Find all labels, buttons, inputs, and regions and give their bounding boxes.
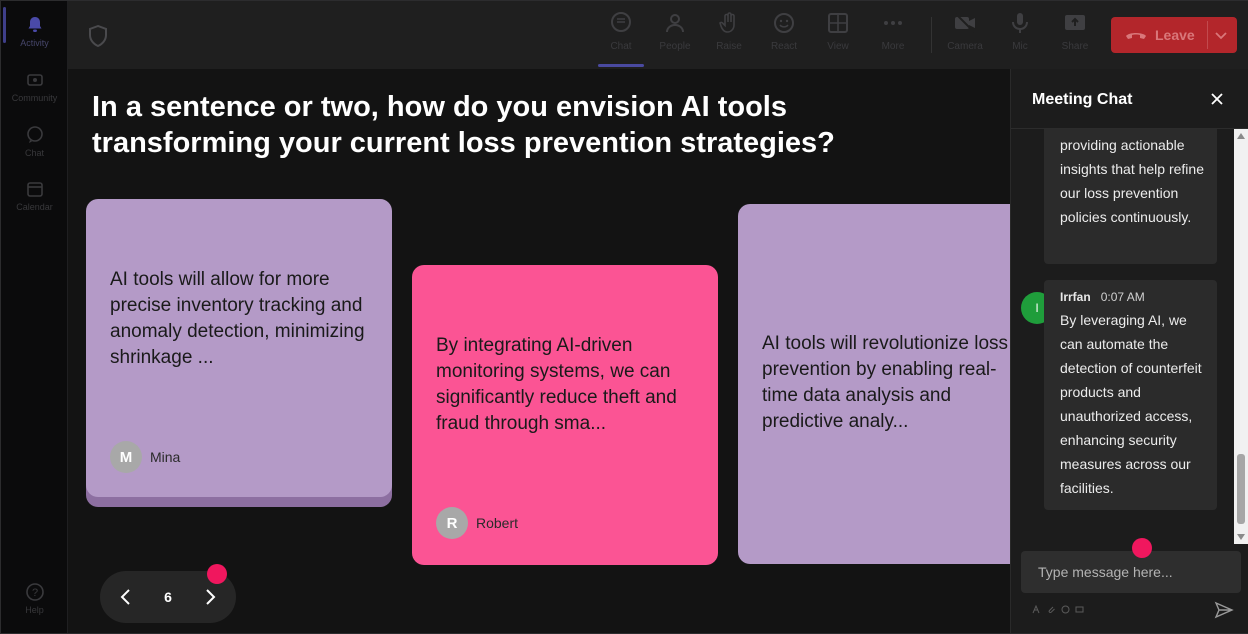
chevron-left-icon[interactable] [116, 587, 136, 607]
rail-item-community[interactable]: Community [1, 64, 68, 114]
attach-icon[interactable] [1047, 605, 1056, 614]
chat-message-input[interactable] [1021, 551, 1241, 593]
cursor-marker [207, 564, 227, 584]
toolbar-more-button[interactable]: More [869, 11, 917, 63]
leave-button[interactable]: Leave [1111, 17, 1237, 53]
rail-label: Help [25, 605, 44, 615]
more-dots-icon [884, 21, 902, 25]
rail-label: Activity [20, 38, 49, 48]
rail-item-activity[interactable]: Activity [1, 9, 68, 59]
smiley-icon [774, 13, 794, 33]
help-icon: ? [25, 583, 44, 601]
response-card[interactable]: AI tools will allow for more precise inv… [86, 199, 392, 497]
calendar-icon [26, 182, 43, 197]
response-card[interactable]: AI tools will revolutionize loss prevent… [738, 204, 1010, 564]
send-icon[interactable] [1214, 600, 1234, 620]
cursor-marker [1132, 538, 1152, 558]
chevron-right-icon[interactable] [200, 587, 220, 607]
community-icon [26, 74, 43, 86]
gif-icon[interactable] [1075, 605, 1084, 614]
chat-bubble-icon [611, 12, 631, 32]
leave-label: Leave [1155, 27, 1195, 43]
author-name: Robert [476, 515, 519, 531]
emoji-icon[interactable] [1061, 605, 1070, 614]
toolbar-label: Camera [947, 41, 983, 52]
chat-message: providing actionable insights that help … [1044, 129, 1217, 264]
toolbar-label: Mic [1012, 41, 1028, 52]
response-author: M Mina [110, 441, 180, 473]
message-text: By leveraging AI, we can automate the de… [1060, 312, 1202, 496]
response-text: AI tools will allow for more precise inv… [110, 269, 365, 368]
close-icon[interactable] [1209, 91, 1225, 107]
toolbar-label: More [881, 41, 905, 52]
rail-label: Chat [24, 148, 44, 158]
avatar: R [436, 507, 468, 539]
response-text: By integrating AI-driven monitoring syst… [436, 335, 677, 434]
toolbar-label: React [770, 41, 798, 52]
toolbar-mic-button[interactable]: Mic [996, 11, 1044, 63]
left-rail: Activity Community Chat Calendar ? Help [1, 1, 68, 633]
leave-divider [1207, 21, 1208, 49]
chevron-down-icon[interactable] [1213, 27, 1229, 43]
meeting-chat-panel: Meeting Chat providing actionable insigh… [1010, 69, 1248, 633]
toolbar-label: Share [1061, 41, 1089, 52]
presentation-stage: In a sentence or two, how do you envisio… [68, 69, 1010, 633]
toolbar-chat-button[interactable]: Chat [597, 11, 645, 67]
response-card[interactable]: By integrating AI-driven monitoring syst… [412, 265, 718, 565]
meeting-toolbar: Chat People Raise React View More Camera [68, 1, 1248, 69]
toolbar-divider [931, 17, 932, 53]
toolbar-view-button[interactable]: View [814, 11, 862, 63]
rail-item-help[interactable]: ? Help [1, 576, 68, 626]
response-text: AI tools will revolutionize loss prevent… [762, 333, 1009, 432]
grid-view-icon [828, 13, 848, 33]
people-icon [666, 14, 684, 33]
chat-scrollbar[interactable] [1234, 129, 1248, 544]
share-screen-icon [1065, 15, 1085, 30]
author-name: Mina [150, 449, 181, 465]
message-text: providing actionable insights that help … [1060, 137, 1204, 225]
hang-up-icon [1126, 33, 1146, 39]
scroll-down-arrow-icon[interactable] [1237, 534, 1245, 540]
camera-off-icon [955, 13, 975, 33]
raise-hand-icon [719, 12, 735, 33]
chat-bubble-icon [26, 126, 43, 143]
message-time: 0:07 AM [1100, 290, 1145, 304]
toolbar-label: Raise [716, 41, 742, 52]
chat-header: Meeting Chat [1011, 69, 1248, 129]
rail-item-calendar[interactable]: Calendar [1, 173, 68, 223]
format-icon[interactable] [1032, 605, 1041, 614]
toolbar-people-button[interactable]: People [651, 11, 699, 63]
question-title: In a sentence or two, how do you envisio… [92, 91, 835, 159]
toolbar-react-button[interactable]: React [760, 11, 808, 63]
response-author: R Robert [436, 507, 518, 539]
message-sender: Irrfan [1060, 290, 1091, 304]
meeting-window: Activity Community Chat Calendar ? Help … [0, 0, 1248, 634]
rail-label: Community [11, 93, 58, 103]
bell-icon [28, 17, 41, 32]
shield-icon[interactable] [88, 25, 108, 47]
toolbar-label: Chat [610, 41, 632, 52]
microphone-icon [1012, 13, 1028, 33]
toolbar-label: People [659, 41, 691, 52]
chat-title: Meeting Chat [1032, 91, 1133, 108]
scroll-thumb[interactable] [1237, 454, 1245, 524]
avatar: M [110, 441, 142, 473]
message-meta: Irrfan 0:07 AM [1060, 290, 1145, 304]
scroll-up-arrow-icon[interactable] [1237, 133, 1245, 139]
toolbar-share-button[interactable]: Share [1051, 11, 1099, 63]
page-number: 6 [164, 589, 172, 605]
rail-item-chat[interactable]: Chat [1, 119, 68, 169]
rail-label: Calendar [16, 202, 53, 212]
toolbar-camera-button[interactable]: Camera [941, 11, 989, 63]
toolbar-raise-button[interactable]: Raise [705, 11, 753, 63]
chat-message: Irrfan 0:07 AM By leveraging AI, we can a… [1044, 280, 1217, 510]
toolbar-label: View [827, 41, 849, 52]
svg-text:?: ? [31, 587, 37, 599]
